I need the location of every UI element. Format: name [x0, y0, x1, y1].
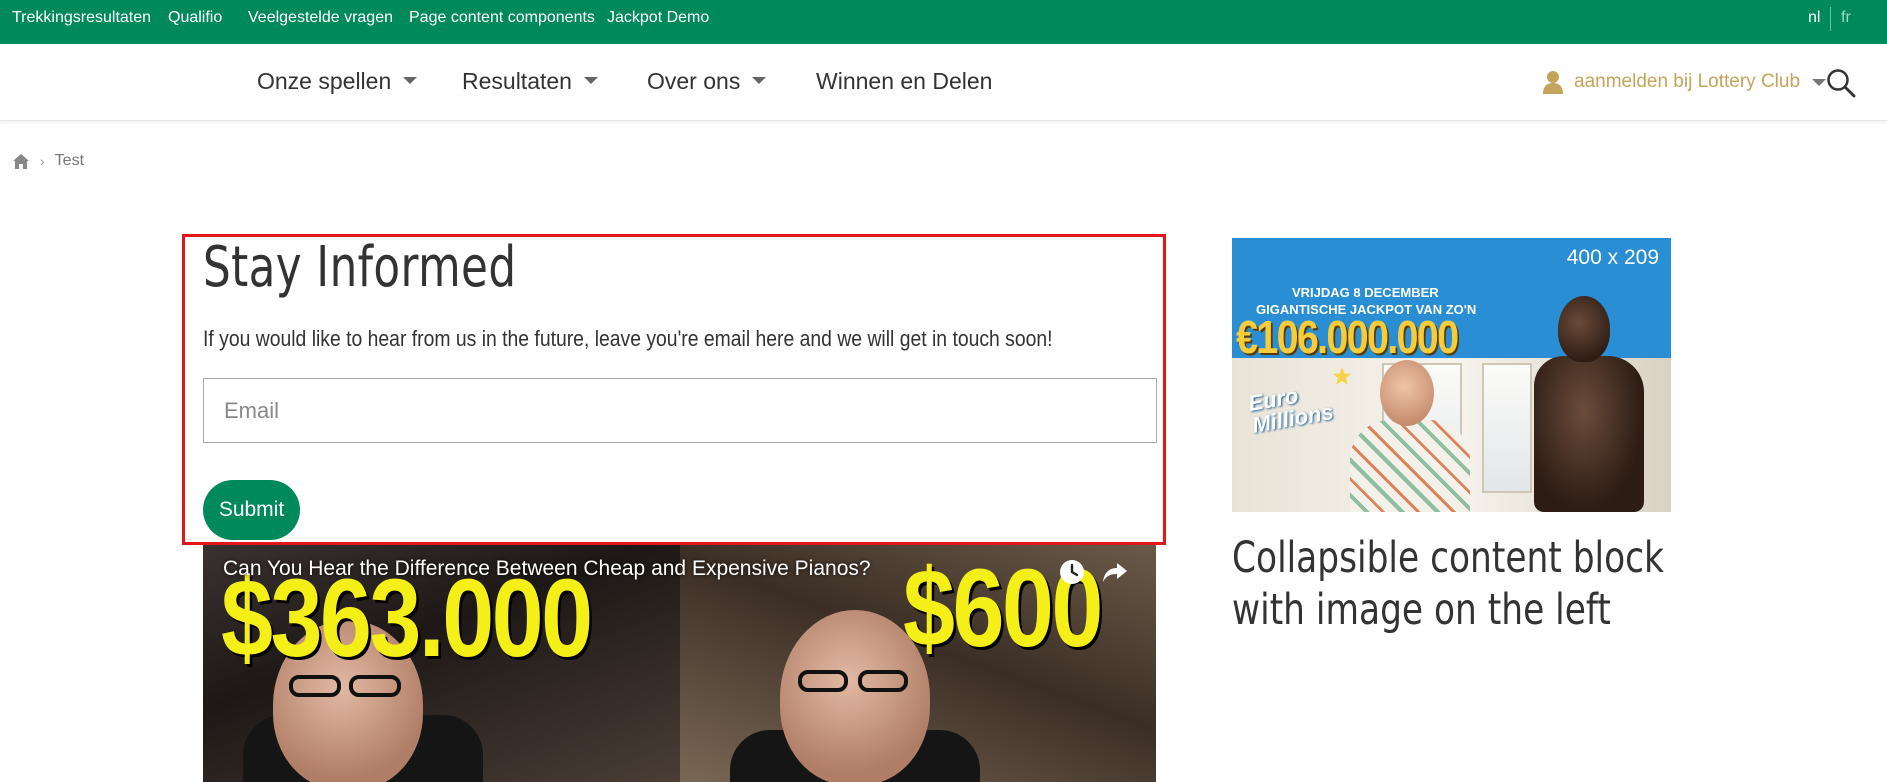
search-icon[interactable] — [1826, 68, 1856, 98]
top-utility-bar: Trekkingsresultaten Qualifio Veelgesteld… — [0, 0, 1887, 44]
language-fr[interactable]: fr — [1841, 9, 1851, 27]
top-link-page-content-components[interactable]: Page content components — [409, 9, 595, 27]
nav-item-onze-spellen[interactable]: Onze spellen — [257, 68, 418, 95]
video-title[interactable]: Can You Hear the Difference Between Chea… — [223, 557, 871, 581]
nav-item-winnen-en-delen[interactable]: Winnen en Delen — [816, 68, 992, 95]
nav-item-label: Over ons — [647, 68, 741, 94]
chevron-down-icon — [403, 77, 418, 85]
top-link-veelgestelde-vragen[interactable]: Veelgestelde vragen — [248, 9, 393, 27]
video-player[interactable]: $363.000 $600 Can You Hear the Differenc… — [203, 545, 1156, 782]
ad-statue-figure — [1534, 296, 1644, 512]
login-menu[interactable]: aanmelden bij Lottery Club — [1542, 70, 1827, 94]
ad-statue-body — [1534, 356, 1644, 512]
home-icon[interactable] — [12, 153, 30, 170]
nav-item-label: Winnen en Delen — [816, 68, 993, 94]
ad-man-shirt — [1350, 420, 1470, 512]
main-navigation: Onze spellen Resultaten Over ons Winnen … — [0, 44, 1887, 121]
ad-man-figure — [1350, 360, 1470, 512]
collapsible-block-title-line2: with image on the left — [1232, 585, 1611, 635]
submit-button[interactable]: Submit — [203, 480, 300, 540]
chevron-down-icon — [1812, 78, 1827, 86]
top-link-qualifio[interactable]: Qualifio — [168, 9, 222, 27]
ad-window — [1482, 363, 1532, 493]
email-field[interactable] — [203, 378, 1157, 443]
breadcrumb-current: Test — [54, 152, 85, 169]
language-divider — [1830, 7, 1831, 31]
ad-headline-date: VRIJDAG 8 DECEMBER — [1292, 285, 1439, 300]
ad-jackpot-amount: €106.000.000 — [1236, 311, 1459, 363]
top-link-jackpot-demo[interactable]: Jackpot Demo — [607, 9, 709, 27]
form-description: If you would like to hear from us in the… — [203, 326, 1053, 351]
chevron-down-icon — [752, 77, 767, 85]
ad-size-label: 400 x 209 — [1566, 246, 1659, 269]
glasses-icon — [858, 670, 908, 692]
top-link-trekkingsresultaten[interactable]: Trekkingsresultaten — [12, 9, 151, 27]
form-title: Stay Informed — [203, 235, 517, 300]
collapsible-block-title-line1: Collapsible content block — [1232, 533, 1664, 583]
advertisement-image[interactable]: 400 x 209 VRIJDAG 8 DECEMBER GIGANTISCHE… — [1232, 238, 1671, 512]
language-nl[interactable]: nl — [1808, 9, 1820, 27]
breadcrumb-separator-icon: › — [40, 153, 45, 169]
nav-item-resultaten[interactable]: Resultaten — [462, 68, 598, 95]
login-label: aanmelden bij Lottery Club — [1574, 71, 1801, 92]
user-icon — [1543, 71, 1563, 94]
ad-man-head — [1380, 360, 1434, 426]
ad-statue-head — [1558, 296, 1610, 362]
nav-item-label: Onze spellen — [257, 68, 392, 94]
nav-item-label: Resultaten — [462, 68, 572, 94]
glasses-icon — [798, 670, 848, 692]
collapsible-block-title: Collapsible content block with image on … — [1232, 532, 1664, 636]
watch-later-icon[interactable] — [1058, 558, 1086, 586]
star-icon — [1333, 367, 1351, 385]
share-icon[interactable] — [1101, 558, 1129, 586]
nav-item-over-ons[interactable]: Over ons — [647, 68, 767, 95]
breadcrumb: › Test — [12, 152, 84, 170]
chevron-down-icon — [583, 77, 598, 85]
